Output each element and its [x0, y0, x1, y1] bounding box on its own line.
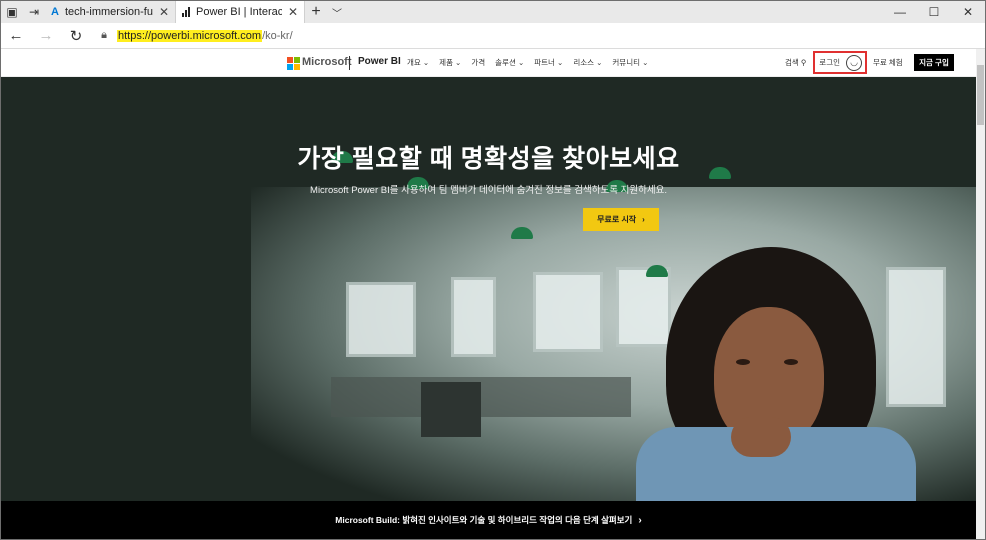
search-button[interactable]: 검색 ⚲: [785, 57, 806, 68]
close-window-icon[interactable]: ✕: [951, 1, 985, 23]
scrollbar-thumb[interactable]: [977, 65, 984, 125]
workspaces-icon[interactable]: ▣: [1, 1, 23, 23]
maximize-icon[interactable]: ☐: [917, 1, 951, 23]
account-icon: ◡: [846, 54, 862, 71]
chevron-right-icon: ›: [642, 215, 645, 224]
product-name[interactable]: Power BI: [358, 56, 401, 67]
menu-item-resources[interactable]: 리소스 ⌄: [573, 57, 602, 68]
free-trial-link[interactable]: 무료 체험: [873, 57, 903, 68]
office-window: [451, 277, 496, 357]
url-highlight: https://powerbi.microsoft.com: [117, 29, 263, 42]
eye: [784, 359, 798, 365]
azure-icon: A: [51, 6, 59, 18]
page-scrollbar[interactable]: [976, 49, 985, 539]
url-field[interactable]: https://powerbi.microsoft.com/ko-kr/: [117, 29, 293, 42]
start-free-button[interactable]: 무료로 시작 ›: [583, 208, 659, 231]
lock-icon[interactable]: 🔒︎: [95, 29, 113, 42]
office-window: [346, 282, 416, 357]
close-tab-icon[interactable]: ✕: [159, 5, 169, 19]
tab-actions-icon[interactable]: ⇥: [23, 1, 45, 23]
hero-section: 가장 필요할 때 명확성을 찾아보세요 Microsoft Power BI를 …: [1, 77, 976, 501]
divider: [349, 56, 350, 70]
menu-item-pricing[interactable]: 가격: [471, 57, 485, 68]
chevron-right-icon: ›: [638, 514, 642, 526]
office-window: [533, 272, 603, 352]
minimize-icon[interactable]: —: [883, 1, 917, 23]
monitor: [421, 382, 481, 437]
announcement-banner[interactable]: Microsoft Build: 밝혀진 인사이트와 기술 및 하이브리드 작업…: [1, 501, 976, 539]
tab-strip: ▣ ⇥ A tech-immersion-functions - ✕ Power…: [1, 1, 985, 23]
tab-azure[interactable]: A tech-immersion-functions - ✕: [45, 1, 175, 23]
back-icon[interactable]: ←: [1, 27, 31, 44]
web-page: Microsoft Power BI 개요 ⌄ 제품 ⌄ 가격 솔루션 ⌄ 파트…: [1, 49, 985, 539]
hero-person-image: [626, 247, 916, 501]
login-label: 로그인: [819, 58, 840, 67]
menu-item-overview[interactable]: 개요 ⌄: [407, 57, 429, 68]
menu-item-partners[interactable]: 파트너 ⌄: [534, 57, 563, 68]
tab-title: Power BI | Interactive Da: [196, 6, 282, 18]
eye: [736, 359, 750, 365]
address-bar: ← → ↻ 🔒︎ https://powerbi.microsoft.com/k…: [1, 23, 985, 49]
menu-item-products[interactable]: 제품 ⌄: [439, 57, 461, 68]
menu-item-community[interactable]: 커뮤니티 ⌄: [612, 57, 648, 68]
browser-window: ▣ ⇥ A tech-immersion-functions - ✕ Power…: [0, 0, 986, 540]
microsoft-logo-icon[interactable]: [287, 57, 300, 70]
main-menu: 개요 ⌄ 제품 ⌄ 가격 솔루션 ⌄ 파트너 ⌄ 리소스 ⌄ 커뮤니티 ⌄: [407, 57, 648, 68]
buy-now-button[interactable]: 지금 구입: [914, 54, 954, 71]
menu-item-solutions[interactable]: 솔루션 ⌄: [495, 57, 524, 68]
url-path: /ko-kr/: [262, 29, 293, 42]
lamp: [511, 227, 533, 239]
tab-powerbi[interactable]: Power BI | Interactive Da ✕: [175, 1, 305, 23]
hero-subtitle: Microsoft Power BI를 사용하여 팀 멤버가 데이터에 숨겨진 …: [310, 185, 667, 196]
tab-title: tech-immersion-functions -: [64, 6, 153, 18]
brand-name[interactable]: Microsoft: [302, 56, 352, 68]
banner-text: Microsoft Build: 밝혀진 인사이트와 기술 및 하이브리드 작업…: [335, 515, 633, 525]
close-tab-icon[interactable]: ✕: [288, 5, 298, 19]
hero-title: 가장 필요할 때 명확성을 찾아보세요: [297, 145, 680, 173]
login-button[interactable]: 로그인 ◡: [813, 51, 867, 74]
chevron-down-icon[interactable]: ﹀: [327, 1, 347, 23]
new-tab-icon[interactable]: +: [305, 1, 327, 23]
cta-label: 무료로 시작: [597, 215, 637, 224]
powerbi-icon: [182, 7, 190, 17]
site-header: Microsoft Power BI 개요 ⌄ 제품 ⌄ 가격 솔루션 ⌄ 파트…: [1, 49, 976, 77]
window-controls: — ☐ ✕: [883, 1, 985, 23]
forward-icon[interactable]: →: [31, 27, 61, 44]
refresh-icon[interactable]: ↻: [61, 27, 91, 45]
office-desk: [331, 377, 631, 417]
hand: [731, 417, 791, 457]
